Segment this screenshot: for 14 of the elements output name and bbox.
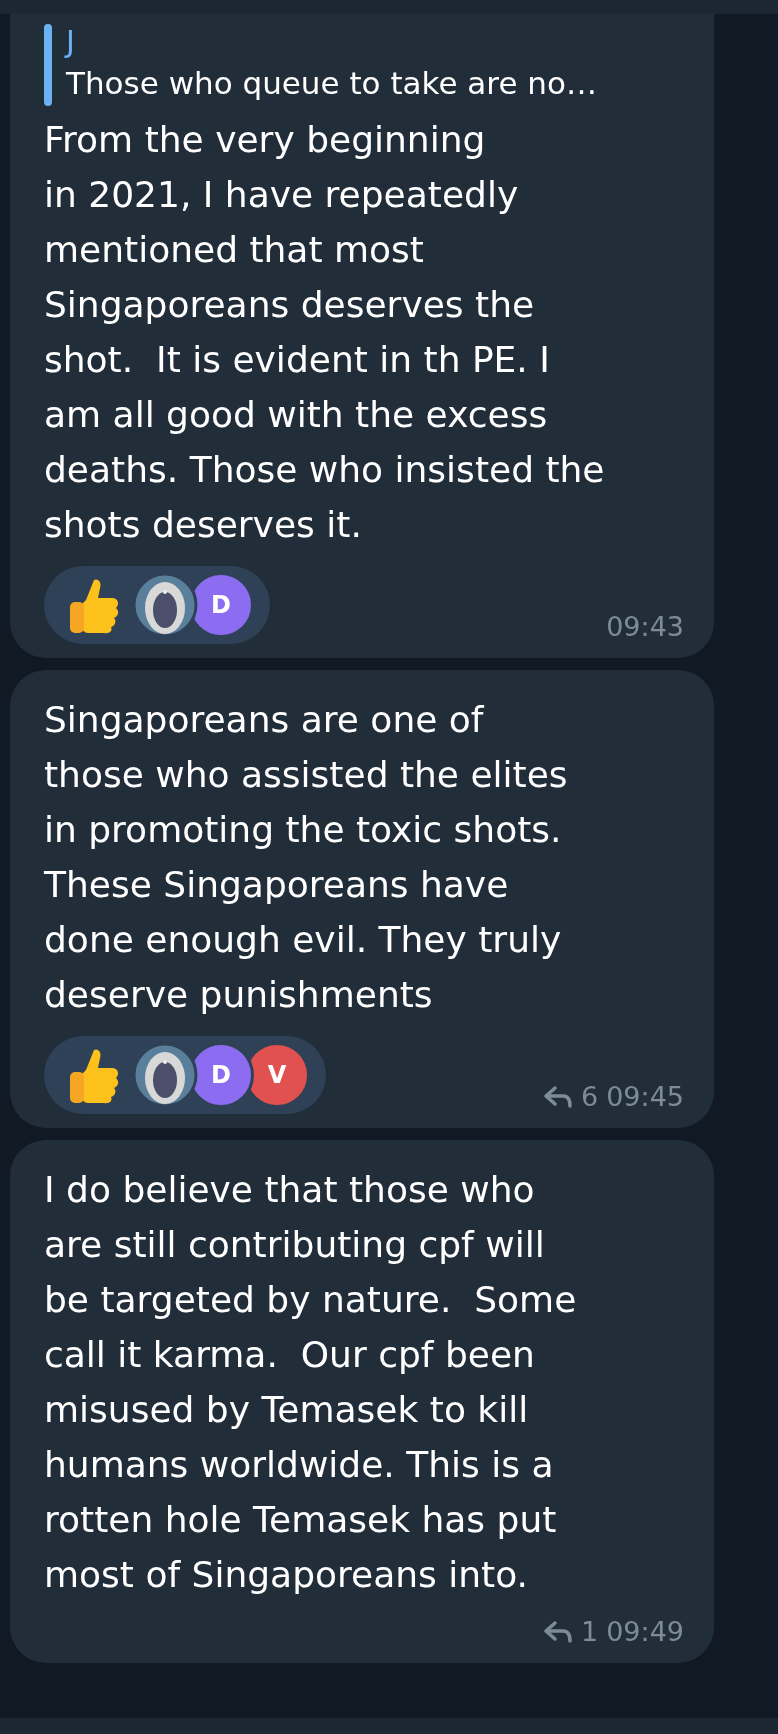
reply-arrow-icon [543, 1619, 573, 1644]
reply-arrow-icon [543, 1084, 573, 1109]
message-text: From the very beginning in 2021, I have repeatedly mentioned that most Singaporeans deserves the shot. It is evident in th PE. I am all good with the excess deaths. Those who insisted the shots deserves it. [44, 118, 606, 547]
reaction-chip[interactable]: D [44, 566, 270, 644]
quote-author: J [66, 24, 76, 60]
message-time: 09:43 [606, 611, 684, 642]
quote-text: Those who queue to take are no… [66, 64, 597, 103]
message-time: 09:49 [606, 1616, 684, 1647]
reply-count: 1 [581, 1616, 599, 1647]
message-time: 09:45 [606, 1081, 684, 1112]
message-text: I do believe that those who are still contributing cpf will be targeted by nature. Some call it karma. Our cpf been misused by Temasek to kill humans worldwide. This is a rotten hole Temasek has put most of Singaporeans into. [44, 1168, 578, 1597]
message-text: Singaporeans are one of those who assisted the elites in promoting the toxic shots. These Singaporeans have done enough evil. They truly deserve punishments [44, 698, 569, 1017]
reaction-chip[interactable]: D V [44, 1036, 326, 1114]
reply-count: 6 [581, 1081, 599, 1112]
